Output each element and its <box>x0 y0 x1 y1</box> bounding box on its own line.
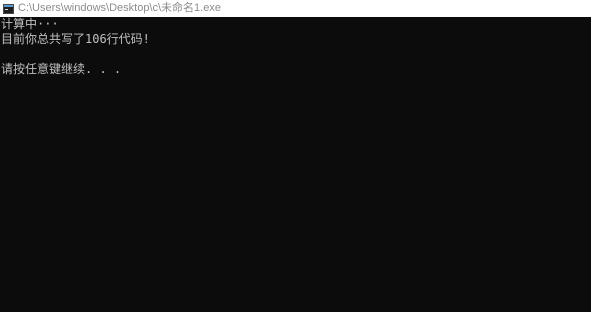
console-output[interactable]: 计算中··· 目前你总共写了106行代码! 请按任意键继续. . . <box>0 17 591 312</box>
console-line-result: 目前你总共写了106行代码! <box>1 32 150 46</box>
console-line-status: 计算中··· <box>1 17 59 31</box>
console-window: C:\Users\windows\Desktop\c\未命名1.exe 计算中·… <box>0 0 591 312</box>
console-app-icon <box>3 3 14 14</box>
window-title: C:\Users\windows\Desktop\c\未命名1.exe <box>18 2 221 14</box>
title-bar[interactable]: C:\Users\windows\Desktop\c\未命名1.exe <box>0 0 591 17</box>
console-line-prompt: 请按任意键继续. . . <box>1 62 122 76</box>
